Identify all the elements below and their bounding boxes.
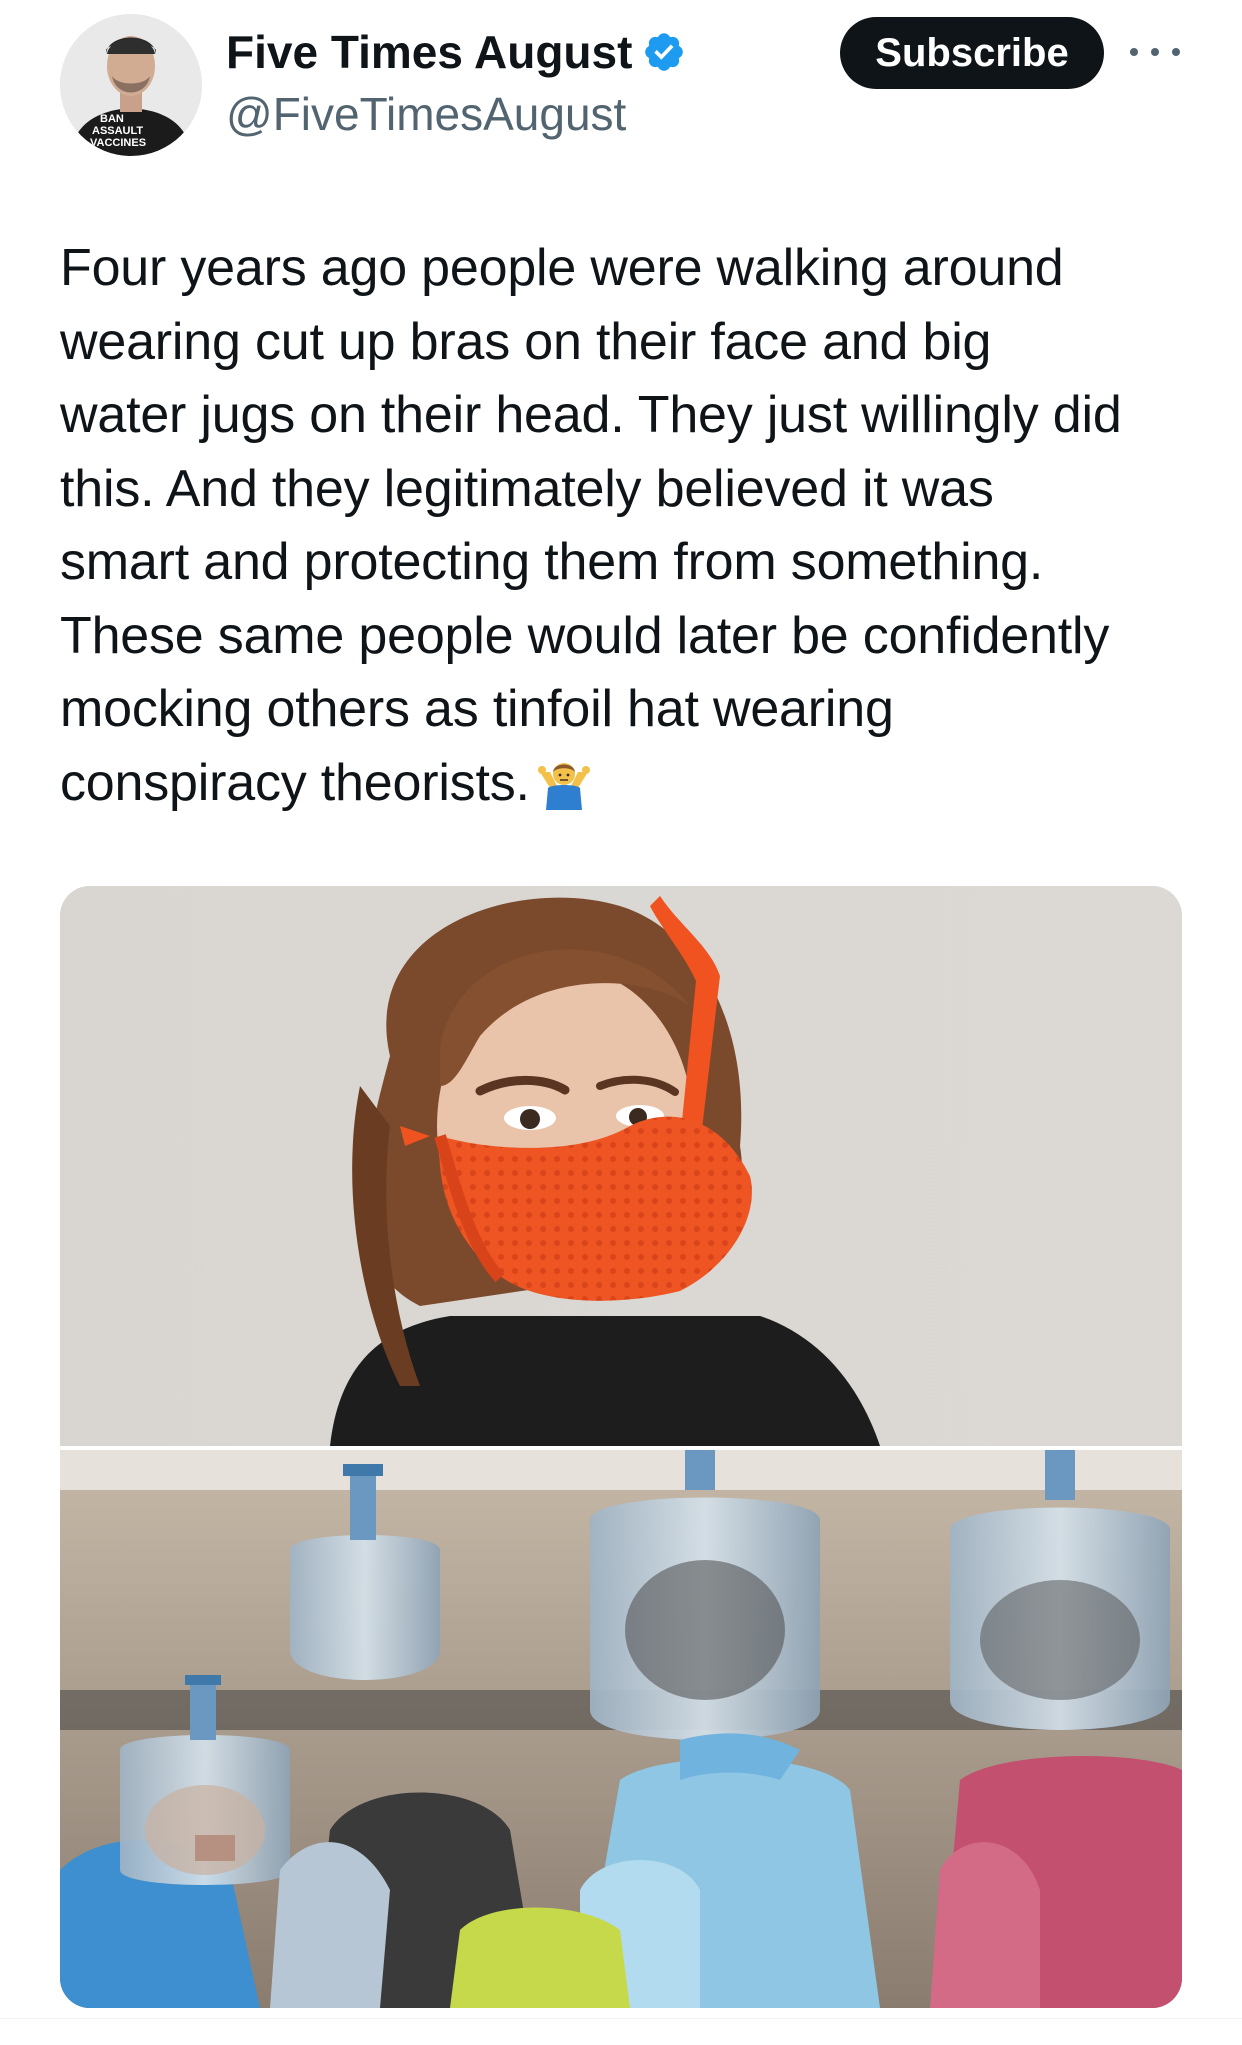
woman-bra-mask-photo [60, 886, 1182, 1446]
author-avatar[interactable]: BAN ASSAULT VACCINES [60, 14, 202, 156]
subscribe-button[interactable]: Subscribe [840, 17, 1104, 89]
tweet-text-line: wearing cut up bras on their face and bi… [60, 312, 992, 371]
tweet-media[interactable] [60, 886, 1182, 2008]
tweet-bottom-divider [0, 2018, 1242, 2019]
tweet-text-line: These same people would later be confide… [60, 606, 1110, 665]
tweet-text-line: Four years ago people were walking aroun… [60, 239, 1064, 297]
shrug-emoji-icon [536, 754, 592, 810]
avatar-shirt-text-2: ASSAULT [92, 125, 143, 137]
more-dot [1151, 48, 1159, 56]
tweet-text-line-last: conspiracy theorists. [60, 747, 1190, 821]
verified-badge-icon [642, 30, 686, 74]
avatar-shirt-text-3: VACCINES [90, 137, 146, 149]
tweet-text-line: water jugs on their head. They just will… [60, 386, 1122, 444]
avatar-shirt-text-1: BAN [100, 113, 124, 125]
more-horizontal-icon[interactable] [1130, 34, 1180, 70]
tweet-text-line: mocking others as tinfoil hat wearing [60, 680, 894, 738]
tweet-text-line: this. And they legitimately believed it … [60, 459, 994, 518]
author-display-name[interactable]: Five Times August [226, 22, 632, 82]
tweet-text: Four years ago people were walking aroun… [60, 232, 1190, 820]
author-name-row[interactable]: Five Times August [226, 22, 686, 82]
tweet-text-line: smart and protecting them from something… [60, 533, 1044, 591]
more-dot [1172, 48, 1180, 56]
avatar-image: BAN ASSAULT VACCINES [60, 14, 202, 156]
tweet-card: BAN ASSAULT VACCINES Five Times August @… [0, 0, 1242, 2045]
more-dot [1130, 48, 1138, 56]
tweet-text-line: conspiracy theorists. [60, 753, 530, 812]
water-jug-helmets-photo [60, 1450, 1182, 2008]
author-handle[interactable]: @FiveTimesAugust [226, 84, 626, 144]
